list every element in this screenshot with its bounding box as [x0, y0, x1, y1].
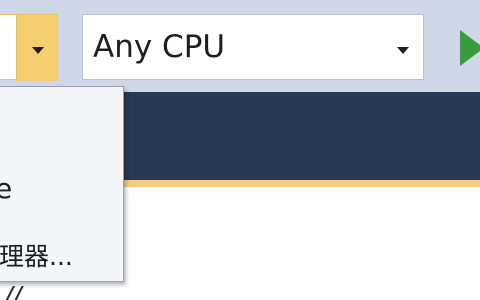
config-dropdown-menu: ı e 理器...	[0, 86, 124, 282]
toolbar: Any CPU	[0, 0, 480, 92]
platform-value: Any CPU	[93, 29, 226, 65]
menu-item-release[interactable]: e	[0, 169, 123, 209]
menu-item-label: e	[0, 169, 12, 209]
chevron-down-icon[interactable]	[397, 47, 409, 54]
menu-item-label: 理器...	[0, 242, 73, 271]
config-dropdown-button[interactable]	[16, 15, 58, 81]
chevron-down-icon	[32, 47, 44, 54]
solution-platforms-combo[interactable]: Any CPU	[82, 14, 424, 80]
play-icon[interactable]	[460, 30, 480, 66]
menu-item-debug[interactable]: ı	[0, 107, 123, 147]
menu-item-configuration-manager[interactable]: 理器...	[0, 237, 123, 277]
solution-configurations-combo[interactable]	[0, 14, 58, 81]
editor-partial-text: //	[6, 286, 24, 300]
